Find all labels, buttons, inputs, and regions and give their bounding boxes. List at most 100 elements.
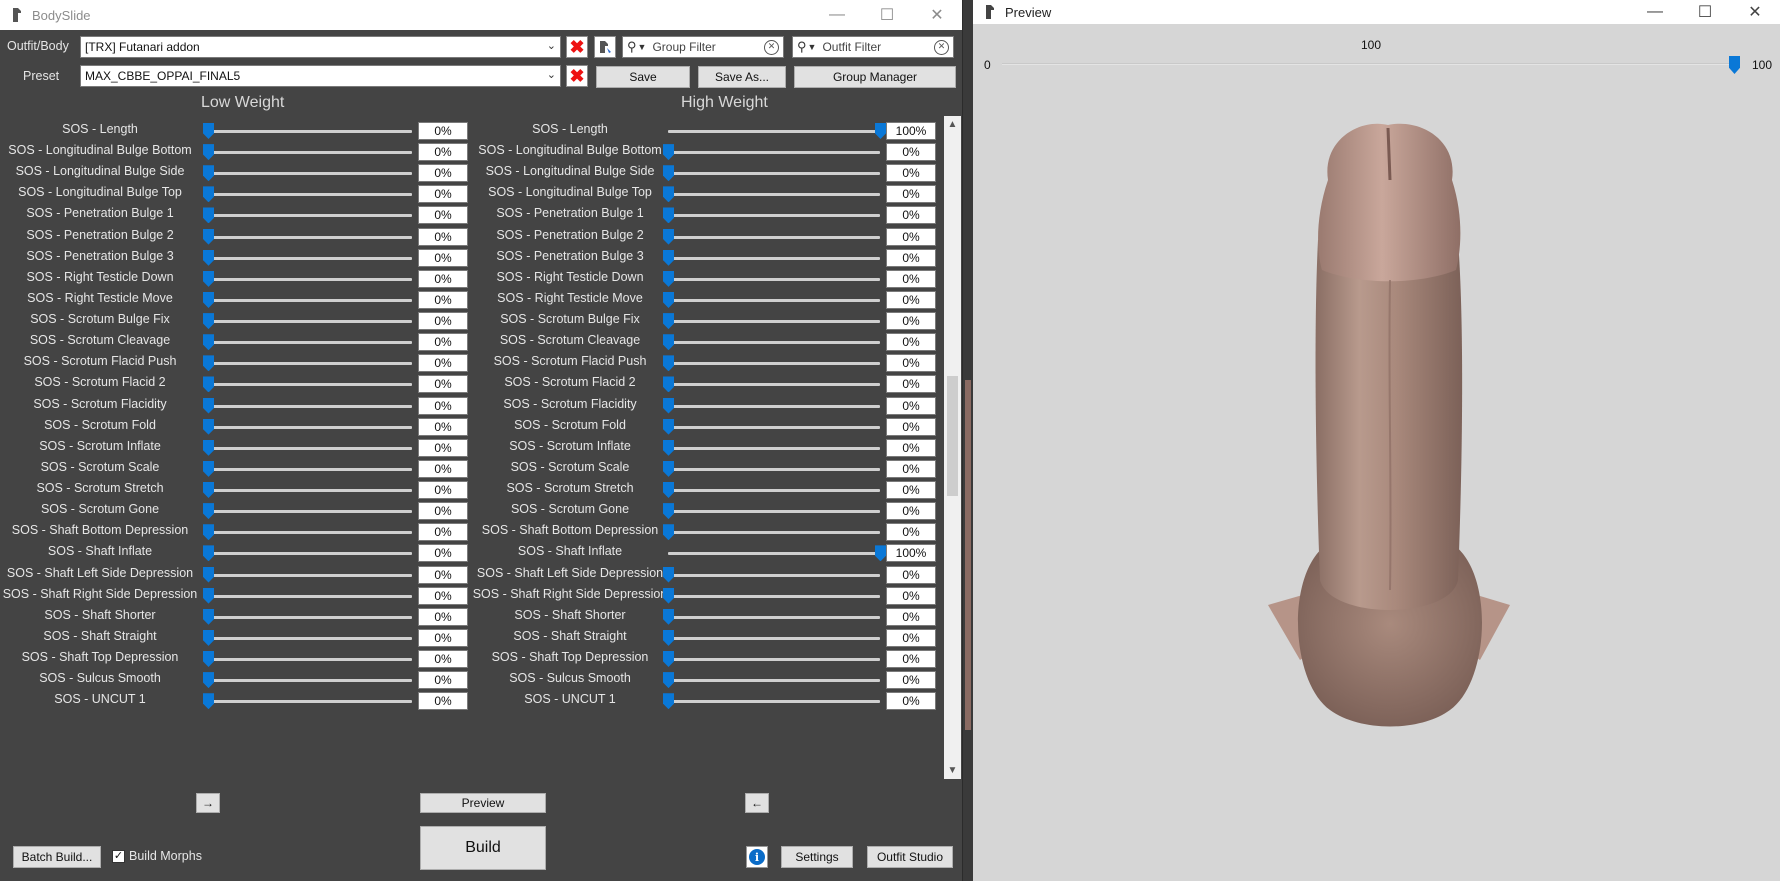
- high-weight-slider-track[interactable]: [668, 658, 880, 661]
- clear-outfit-button[interactable]: ✖: [566, 36, 588, 58]
- low-weight-slider-thumb[interactable]: [203, 566, 214, 583]
- high-weight-slider-track[interactable]: [668, 679, 880, 683]
- high-weight-value-input[interactable]: 0%: [886, 671, 936, 690]
- low-weight-value-input[interactable]: 0%: [418, 312, 468, 331]
- high-weight-value-input[interactable]: 0%: [886, 438, 936, 457]
- minimize-icon[interactable]: —: [812, 0, 862, 30]
- low-weight-slider-track[interactable]: [208, 383, 412, 387]
- low-weight-value-input[interactable]: 0%: [418, 396, 468, 415]
- low-weight-slider-track[interactable]: [208, 151, 412, 155]
- scroll-up-icon[interactable]: ▲: [944, 116, 961, 133]
- low-weight-slider-track[interactable]: [208, 130, 412, 133]
- high-weight-value-input[interactable]: 0%: [886, 481, 936, 500]
- low-weight-value-input[interactable]: 0%: [418, 164, 468, 183]
- low-weight-value-input[interactable]: 0%: [418, 481, 468, 500]
- low-weight-slider-track[interactable]: [208, 298, 412, 302]
- low-weight-value-input[interactable]: 0%: [418, 122, 468, 140]
- low-weight-value-input[interactable]: 0%: [418, 523, 468, 542]
- high-weight-slider-track[interactable]: [668, 298, 880, 302]
- low-weight-value-input[interactable]: 0%: [418, 227, 468, 246]
- save-as-button[interactable]: Save As...: [698, 66, 786, 88]
- low-weight-slider-thumb[interactable]: [203, 228, 214, 245]
- low-weight-slider-thumb[interactable]: [203, 334, 214, 351]
- high-weight-value-input[interactable]: 0%: [886, 417, 936, 436]
- high-weight-value-input[interactable]: 0%: [886, 607, 936, 626]
- low-weight-slider-thumb[interactable]: [203, 460, 214, 477]
- low-weight-slider-thumb[interactable]: [203, 313, 214, 330]
- high-weight-value-input[interactable]: 0%: [886, 143, 936, 162]
- low-weight-value-input[interactable]: 0%: [418, 544, 468, 563]
- low-weight-slider-track[interactable]: [208, 404, 412, 408]
- low-weight-slider-track[interactable]: [208, 341, 412, 345]
- maximize-icon[interactable]: ☐: [862, 0, 912, 30]
- low-weight-slider-thumb[interactable]: [203, 418, 214, 435]
- clear-filter-icon[interactable]: ✕: [934, 40, 949, 55]
- group-filter-input[interactable]: ⚲ ▼ Group Filter ✕: [622, 36, 784, 58]
- low-weight-slider-track[interactable]: [208, 320, 412, 324]
- low-weight-slider-track[interactable]: [208, 425, 412, 429]
- low-weight-value-input[interactable]: 0%: [418, 185, 468, 204]
- high-weight-slider-track[interactable]: [668, 235, 880, 239]
- high-weight-value-input[interactable]: 0%: [886, 502, 936, 521]
- copy-to-high-button[interactable]: →: [196, 793, 220, 813]
- low-weight-slider-track[interactable]: [208, 172, 412, 176]
- low-weight-slider-thumb[interactable]: [203, 693, 214, 710]
- high-weight-value-input[interactable]: 0%: [886, 290, 936, 309]
- high-weight-value-input[interactable]: 0%: [886, 248, 936, 267]
- minimize-icon[interactable]: —: [1630, 0, 1680, 24]
- low-weight-slider-thumb[interactable]: [203, 123, 214, 139]
- low-weight-slider-thumb[interactable]: [203, 482, 214, 499]
- low-weight-value-input[interactable]: 0%: [418, 269, 468, 288]
- high-weight-slider-track[interactable]: [668, 636, 880, 640]
- high-weight-slider-track[interactable]: [668, 320, 880, 324]
- low-weight-slider-track[interactable]: [208, 573, 412, 577]
- weight-slider-track[interactable]: [1002, 63, 1735, 65]
- low-weight-value-input[interactable]: 0%: [418, 290, 468, 309]
- high-weight-slider-track[interactable]: [668, 467, 880, 471]
- low-weight-value-input[interactable]: 0%: [418, 459, 468, 478]
- outfit-dropdown[interactable]: [TRX] Futanari addon ⌄: [80, 36, 561, 58]
- low-weight-slider-track[interactable]: [208, 489, 412, 493]
- scroll-down-icon[interactable]: ▼: [944, 762, 961, 779]
- high-weight-value-input[interactable]: 0%: [886, 628, 936, 647]
- low-weight-value-input[interactable]: 0%: [418, 333, 468, 352]
- low-weight-value-input[interactable]: 0%: [418, 143, 468, 162]
- high-weight-slider-thumb[interactable]: [875, 123, 886, 139]
- low-weight-value-input[interactable]: 0%: [418, 206, 468, 225]
- low-weight-slider-thumb[interactable]: [203, 397, 214, 414]
- low-weight-value-input[interactable]: 0%: [418, 692, 468, 711]
- low-weight-value-input[interactable]: 0%: [418, 586, 468, 605]
- low-weight-slider-track[interactable]: [208, 214, 412, 218]
- low-weight-slider-track[interactable]: [208, 193, 412, 197]
- slider-scrollbar[interactable]: ▲ ▼: [944, 116, 961, 779]
- group-manager-button[interactable]: Group Manager: [794, 66, 956, 88]
- high-weight-value-input[interactable]: 0%: [886, 354, 936, 373]
- high-weight-slider-track[interactable]: [668, 615, 880, 619]
- low-weight-slider-thumb[interactable]: [203, 165, 214, 182]
- low-weight-slider-thumb[interactable]: [203, 376, 214, 393]
- high-weight-value-input[interactable]: 0%: [886, 459, 936, 478]
- high-weight-value-input[interactable]: 0%: [886, 396, 936, 415]
- high-weight-value-input[interactable]: 0%: [886, 164, 936, 183]
- low-weight-slider-track[interactable]: [208, 615, 412, 619]
- low-weight-slider-track[interactable]: [208, 256, 412, 260]
- close-icon[interactable]: ✕: [1730, 0, 1780, 24]
- high-weight-slider-track[interactable]: [668, 256, 880, 260]
- low-weight-slider-thumb[interactable]: [203, 587, 214, 604]
- low-weight-value-input[interactable]: 0%: [418, 354, 468, 373]
- high-weight-value-input[interactable]: 0%: [886, 269, 936, 288]
- low-weight-slider-track[interactable]: [208, 362, 412, 366]
- close-icon[interactable]: ✕: [912, 0, 962, 30]
- high-weight-value-input[interactable]: 0%: [886, 185, 936, 204]
- low-weight-value-input[interactable]: 0%: [418, 671, 468, 690]
- low-weight-slider-track[interactable]: [208, 510, 412, 514]
- low-weight-slider-thumb[interactable]: [203, 249, 214, 266]
- low-weight-slider-thumb[interactable]: [203, 186, 214, 203]
- outfit-picker-button[interactable]: [594, 36, 616, 58]
- low-weight-slider-track[interactable]: [208, 277, 412, 281]
- high-weight-value-input[interactable]: 0%: [886, 312, 936, 331]
- low-weight-value-input[interactable]: 0%: [418, 565, 468, 584]
- high-weight-value-input[interactable]: 0%: [886, 206, 936, 225]
- high-weight-slider-track[interactable]: [668, 404, 880, 408]
- high-weight-slider-track[interactable]: [668, 552, 880, 556]
